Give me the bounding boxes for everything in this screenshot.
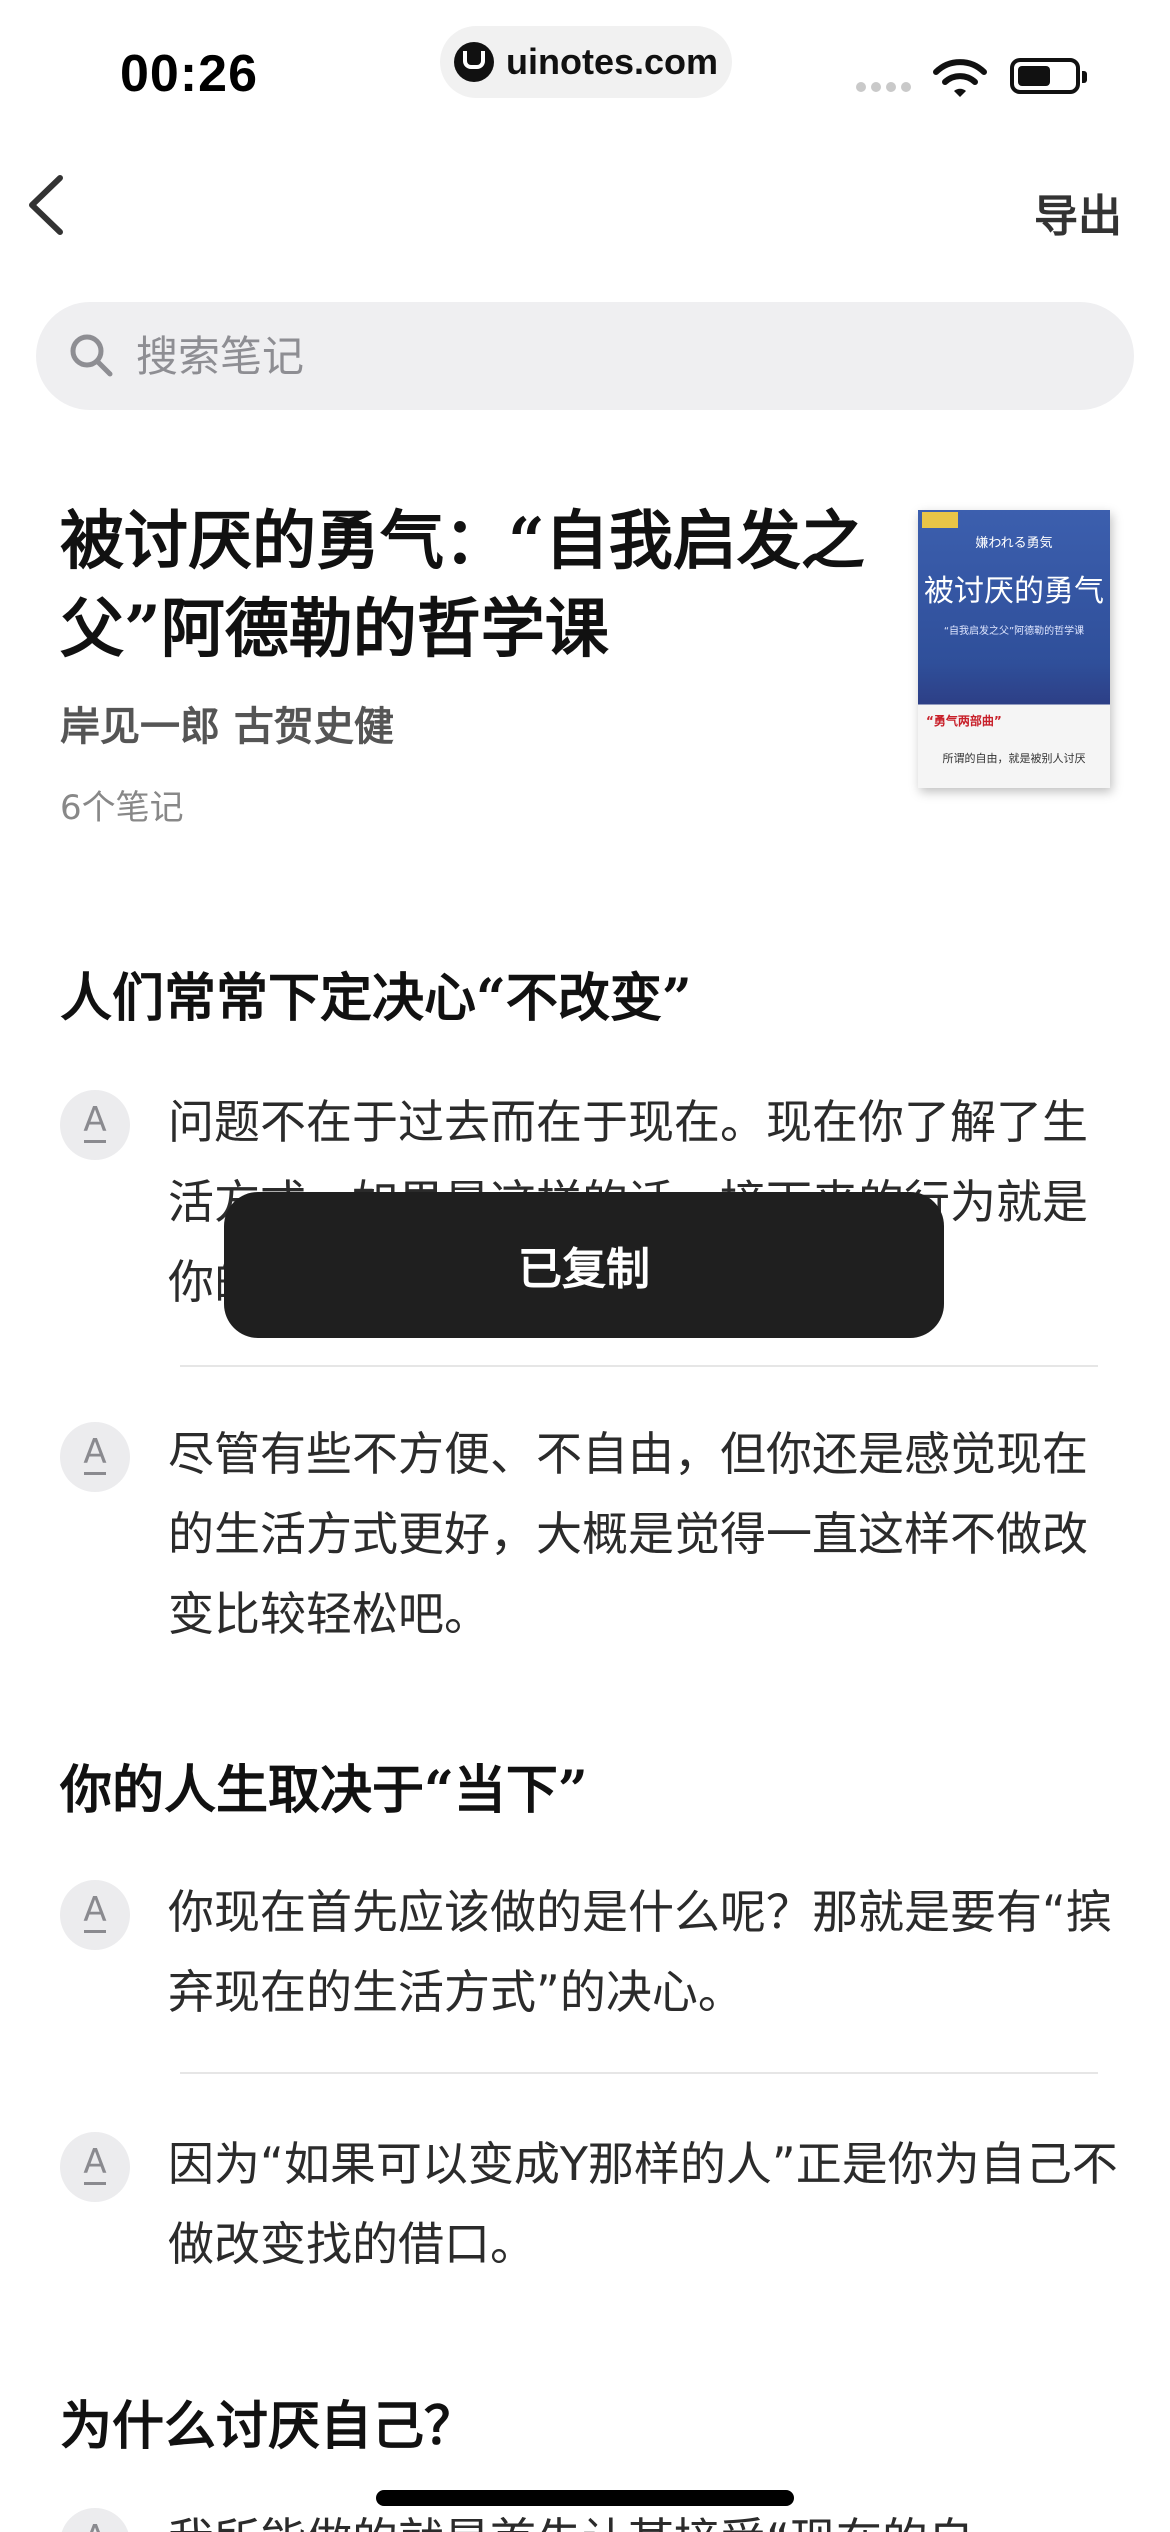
highlight-icon: A <box>60 1090 130 1160</box>
export-button[interactable]: 导出 <box>1034 180 1122 244</box>
cover-badge <box>922 512 958 528</box>
cover-title: 被讨厌的勇气 <box>924 574 1104 609</box>
book-author: 岸见一郎 古贺史健 <box>60 703 394 750</box>
chapter-title: 为什么讨厌自己？ <box>60 2396 477 2457</box>
search-icon <box>70 334 113 377</box>
home-indicator[interactable] <box>376 2490 794 2506</box>
note-text: 尽管有些不方便、不自由，但你还是感觉现在的生活方式更好，大概是觉得一直这样不做改… <box>168 1427 1088 1641</box>
chevron-left-icon[interactable] <box>18 170 78 240</box>
wifi-icon <box>933 59 987 97</box>
chapter-title: 你的人生取决于“当下” <box>60 1760 588 1821</box>
note-text: 因为“如果可以变成Y那样的人”正是你为自己不做改变找的借口。 <box>168 2137 1118 2271</box>
cover-red-text: “勇气两部曲” <box>926 714 1002 728</box>
cover-subtitle: “自我启发之父”阿德勒的哲学课 <box>943 626 1085 637</box>
copied-toast: 已复制 <box>224 1192 944 1338</box>
url-pill[interactable]: uinotes.com <box>440 26 732 98</box>
highlight-icon: A <box>60 1880 130 1950</box>
cellular-signal-icon <box>856 82 911 92</box>
note-count: 6个笔记 <box>60 788 184 828</box>
book-cover[interactable]: 嫌われる勇気 被讨厌的勇气 “自我启发之父”阿德勒的哲学课 “勇气两部曲” 所谓… <box>918 510 1110 788</box>
chapter-title: 人们常常下定决心“不改变” <box>60 968 692 1029</box>
search-input[interactable] <box>136 302 1036 410</box>
battery-icon <box>1010 58 1087 94</box>
cover-bottom-text: 所谓的自由，就是被别人讨厌 <box>942 752 1086 765</box>
divider <box>180 2072 1098 2074</box>
status-time: 00:26 <box>120 45 258 103</box>
highlight-icon: A <box>60 2508 130 2532</box>
highlight-icon: A <box>60 2132 130 2202</box>
divider <box>180 1365 1098 1367</box>
highlight-icon: A <box>60 1422 130 1492</box>
search-bar[interactable] <box>36 302 1134 410</box>
book-title: 被讨厌的勇气：“自我启发之父”阿德勒的哲学课 <box>60 504 865 667</box>
url-text: uinotes.com <box>506 41 719 82</box>
cover-top-text: 嫌われる勇気 <box>975 536 1053 551</box>
site-logo-icon <box>454 42 494 82</box>
note-text: 你现在首先应该做的是什么呢？那就是要有“摈弃现在的生活方式”的决心。 <box>168 1885 1112 2019</box>
